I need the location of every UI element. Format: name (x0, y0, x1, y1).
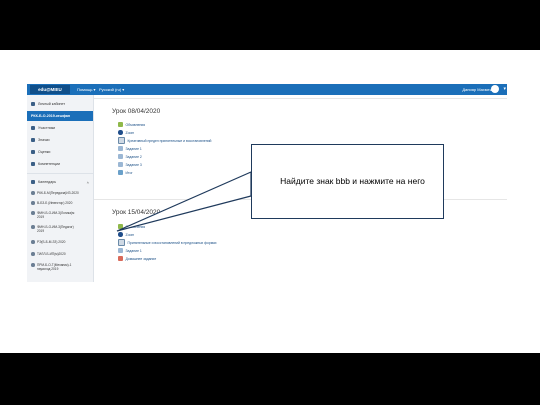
callout-text: Найдите знак bbb и нажмите на него (280, 176, 425, 186)
instruction-callout: Найдите знак bbb и нажмите на него (251, 144, 444, 219)
